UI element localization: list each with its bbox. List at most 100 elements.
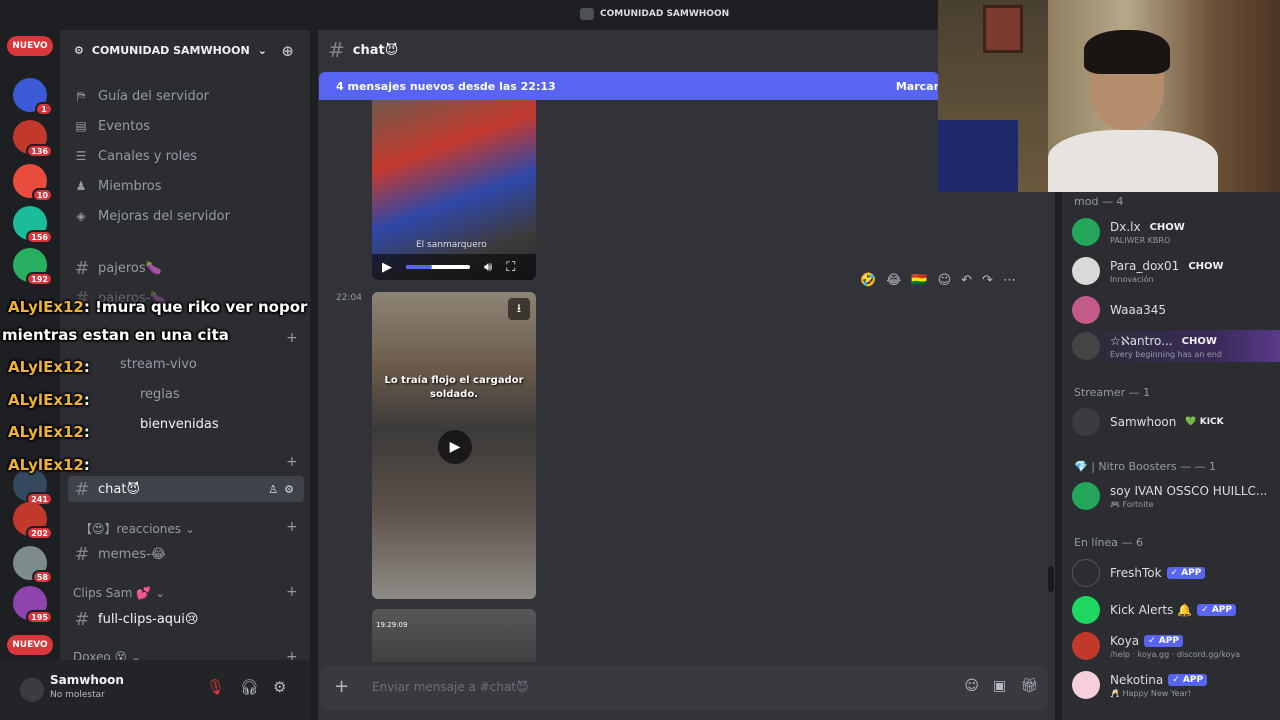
member-activity: 🎮 Fortnite [1110, 500, 1154, 509]
channel-name: bienvenidas [140, 416, 219, 432]
channel-tools: ♙ ⚙ [268, 483, 294, 496]
input-tools: ☺ ▣ 🎁︎ [964, 678, 1038, 694]
window-title-text: COMUNIDAD SAMWHOON [600, 9, 730, 19]
gif-icon[interactable]: ▣ [993, 678, 1006, 694]
server-icon-8[interactable]: 58 [13, 546, 53, 584]
category-reacciones[interactable]: 【😍】reacciones ⌄ [80, 520, 195, 537]
member-name: Nekotina [1110, 673, 1164, 687]
nav-members[interactable]: ♟ Miembros [74, 174, 162, 198]
channels-roles-icon: ☰ [75, 149, 87, 163]
server-icon-2[interactable]: 136 [13, 120, 53, 158]
user-status: No molestar [50, 690, 105, 700]
nav-server-boosts[interactable]: ◈ Mejoras del servidor [74, 204, 230, 228]
server-icon-5[interactable]: 192 [13, 248, 53, 286]
app-tag: ✓ APP [1166, 567, 1206, 579]
channel-stream-vivo[interactable]: stream-vivo [120, 351, 300, 377]
group-header-mod: mod — 4 [1074, 195, 1124, 208]
volume-icon[interactable]: 🔊︎ [484, 260, 492, 275]
video-attachment-2[interactable]: Lo traía flojo el cargador soldado. ▶ ⭳ [372, 292, 536, 599]
gift-icon[interactable]: 🎁︎ [1020, 678, 1038, 694]
video-attachment-1[interactable]: El sanmarquero ▶ 🔊︎ ⛶ [372, 100, 536, 280]
message-actions: 🤣 😂 🇧🇴 ☺ ↶ ↷ ⋯ [860, 268, 1016, 292]
message-input[interactable]: Enviar mensaje a #chat😈 [372, 680, 529, 694]
nav-label: Guía del servidor [98, 88, 209, 104]
add-reaction-icon[interactable]: ☺ [938, 273, 952, 288]
channel-reglas[interactable]: reglas [140, 381, 300, 407]
webcam-bed [938, 120, 1018, 192]
reply-icon[interactable]: ↶ [961, 273, 972, 288]
server-icon-7[interactable]: 202 [13, 502, 53, 540]
add-channel-icon[interactable]: + [286, 519, 298, 535]
app-tag: ✓ APP [1197, 604, 1236, 616]
video-progress[interactable] [406, 265, 470, 269]
member-item[interactable]: Dx.lx CHOW PALIWER KBRO [1072, 216, 1280, 248]
channel-name: memes-😂 [98, 546, 166, 562]
add-channel-icon[interactable]: + [286, 330, 298, 346]
server-icon-3[interactable]: 10 [13, 164, 53, 202]
member-item[interactable]: Para_dox01 CHOW Innovación [1072, 255, 1280, 287]
member-name: FreshTok [1110, 566, 1162, 580]
nav-events[interactable]: ▤ Eventos [74, 114, 150, 138]
member-item[interactable]: ☆ℵantro... CHOW Every beginning has an en… [1072, 330, 1280, 362]
fullscreen-icon[interactable]: ⛶ [506, 260, 515, 275]
unread-badge: 192 [26, 272, 53, 286]
invite-icon[interactable]: ♙ [268, 483, 278, 496]
nav-server-guide[interactable]: ⛿ Guía del servidor [74, 84, 209, 108]
overlay-text: : [83, 456, 90, 474]
overlay-username: ALylEx12 [8, 298, 84, 316]
forward-icon[interactable]: ↷ [982, 273, 993, 288]
server-icon-4[interactable]: 156 [13, 206, 53, 244]
video-attachment-3[interactable]: 19:29:09 [372, 609, 536, 662]
server-header[interactable]: ⚙ COMUNIDAD SAMWHOON ⌄ ⊕ [60, 30, 310, 70]
server-icon-9[interactable]: 195 [13, 586, 53, 624]
member-item[interactable]: FreshTok ✓ APP [1072, 557, 1280, 589]
server-settings-icon: ⚙ [74, 43, 84, 57]
cctv-timestamp: 19:29:09 [376, 621, 408, 629]
add-channel-icon[interactable]: + [286, 584, 298, 600]
channel-pajeros[interactable]: # pajeros🍆 [74, 255, 300, 281]
reaction-emoji[interactable]: 🤣 [860, 273, 876, 288]
attach-plus-icon[interactable]: + [334, 676, 349, 697]
add-channel-icon[interactable]: + [286, 454, 298, 470]
reaction-emoji[interactable]: 🇧🇴 [911, 273, 927, 288]
nav-channels-roles[interactable]: ☰ Canales y roles [74, 144, 197, 168]
invite-people-icon[interactable]: ⊕ [281, 42, 294, 60]
play-icon[interactable]: ▶ [382, 260, 392, 275]
member-item[interactable]: Koya ✓ APP /help · koya.gg · discord.gg/k… [1072, 630, 1280, 662]
gear-icon[interactable]: ⚙ [273, 678, 286, 696]
reaction-emoji[interactable]: 😂 [886, 273, 901, 288]
category-clips-sam[interactable]: Clips Sam 💕 ⌄ [73, 586, 165, 600]
mute-mic-icon[interactable]: 🎙︎ [206, 678, 225, 696]
scrollbar[interactable] [1048, 566, 1054, 592]
emoji-icon[interactable]: ☺ [964, 678, 979, 694]
mark-read-button[interactable]: Marcar [896, 80, 939, 93]
avatar[interactable] [18, 676, 46, 704]
play-icon[interactable]: ▶ [438, 430, 472, 464]
channel-bienvenidas[interactable]: bienvenidas [140, 411, 300, 437]
channel-full-clips[interactable]: # full-clips-aqui😢 [74, 606, 300, 632]
member-item[interactable]: Nekotina ✓ APP 🥂 Happy New Year! [1072, 669, 1280, 701]
download-icon[interactable]: ⭳ [508, 298, 530, 320]
member-item[interactable]: Waaa345 [1072, 294, 1280, 326]
channel-chat[interactable]: # chat😈 ♙ ⚙ [68, 476, 304, 502]
group-header-online: En línea — 6 [1074, 536, 1144, 549]
member-name-row: Koya ✓ APP [1110, 634, 1183, 648]
member-item[interactable]: soy IVAN OSSCO HUILLC... 🎮 Fortnite [1072, 480, 1280, 512]
new-badge-top: NUEVO [7, 36, 53, 56]
channel-memes[interactable]: # memes-😂 [74, 541, 300, 567]
member-item[interactable]: Kick Alerts 🔔 ✓ APP [1072, 594, 1280, 626]
member-item[interactable]: Samwhoon 💚 KICK [1072, 406, 1280, 438]
window-title: COMUNIDAD SAMWHOON [580, 8, 729, 20]
server-icon-1[interactable]: 1 [13, 78, 53, 116]
message-input-box[interactable]: + Enviar mensaje a #chat😈 ☺ ▣ 🎁︎ [320, 666, 1048, 710]
new-messages-bar[interactable]: 4 mensajes nuevos desde las 22:13 Marcar [319, 72, 939, 100]
gear-icon[interactable]: ⚙ [284, 483, 294, 496]
caption-line: Lo traía flojo el cargador [384, 375, 524, 386]
overlay-username: ALylEx12 [8, 358, 84, 376]
unread-badge: 1 [35, 102, 53, 116]
more-icon[interactable]: ⋯ [1003, 273, 1016, 288]
member-name-row: Dx.lx CHOW [1110, 220, 1189, 234]
member-activity: PALIWER KBRO [1110, 236, 1171, 245]
member-activity: Every beginning has an end [1110, 350, 1222, 359]
headphones-icon[interactable]: 🎧︎ [240, 678, 259, 696]
